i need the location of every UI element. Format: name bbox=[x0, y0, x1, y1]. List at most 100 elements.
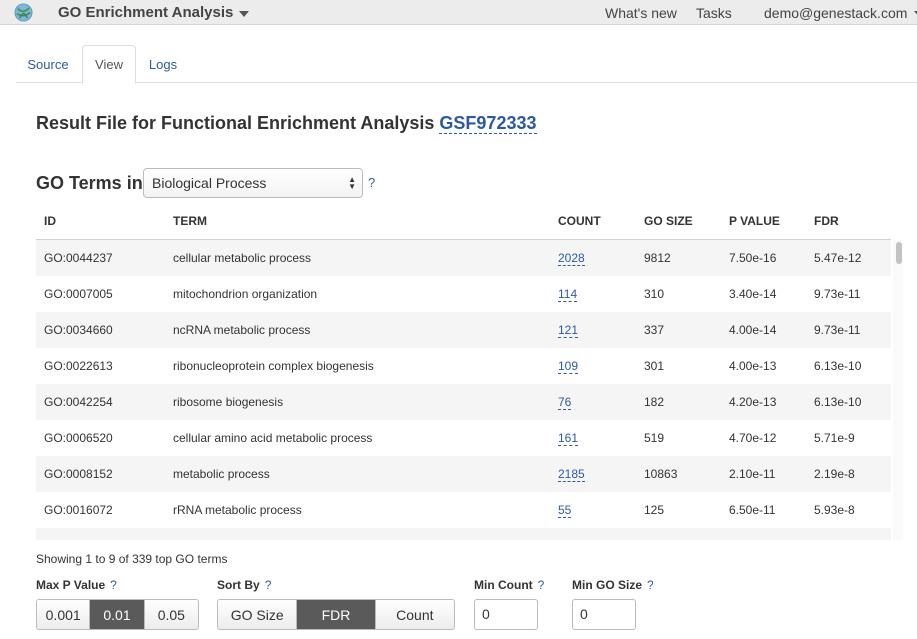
sort-by-label: Sort By? bbox=[217, 578, 271, 592]
cell-id: GO:0022613 bbox=[44, 359, 113, 373]
max-p-0.01-button[interactable]: 0.01 bbox=[90, 600, 145, 629]
header-count[interactable]: COUNT bbox=[558, 214, 601, 228]
min-count-label: Min Count? bbox=[474, 578, 544, 592]
table-row: GO:0034660 ncRNA metabolic process 121 3… bbox=[36, 312, 891, 348]
cell-term: ribonucleoprotein complex biogenesis bbox=[173, 359, 374, 373]
user-email: demo@genestack.com bbox=[764, 5, 908, 21]
cell-fdr: 2.19e-8 bbox=[814, 467, 855, 481]
cell-id: GO:0034660 bbox=[44, 323, 113, 337]
cell-fdr: 9.73e-11 bbox=[814, 323, 861, 337]
sort-go-size-button[interactable]: GO Size bbox=[218, 600, 298, 629]
sort-fdr-button[interactable]: FDR bbox=[297, 600, 376, 629]
cell-term: cellular amino acid metabolic process bbox=[173, 431, 373, 445]
cell-go-size: 301 bbox=[644, 359, 665, 373]
cell-term: rRNA metabolic process bbox=[173, 503, 302, 517]
table-body[interactable]: GO:0044237 cellular metabolic process 20… bbox=[36, 240, 891, 540]
sort-by-button-group: GO Size FDR Count bbox=[217, 599, 455, 630]
cell-p-value: 7.50e-16 bbox=[729, 251, 777, 265]
table-header: ID TERM COUNT GO SIZE P VALUE FDR bbox=[36, 202, 891, 240]
cell-go-size: 182 bbox=[644, 395, 665, 409]
sort-count-button[interactable]: Count bbox=[375, 600, 454, 629]
cell-go-size: 519 bbox=[644, 431, 665, 445]
cell-id: GO:0008152 bbox=[44, 467, 113, 481]
min-count-input[interactable]: 0 bbox=[474, 599, 538, 630]
cell-id: GO:0016072 bbox=[44, 503, 113, 517]
cell-id: GO:0007005 bbox=[44, 287, 113, 301]
max-p-button-group: 0.001 0.01 0.05 bbox=[36, 599, 199, 630]
header-term[interactable]: TERM bbox=[173, 214, 207, 228]
cell-fdr: 6.13e-10 bbox=[814, 359, 862, 373]
cell-id: GO:0042254 bbox=[44, 395, 113, 409]
cell-count-link[interactable]: 2028 bbox=[558, 251, 585, 266]
header-id[interactable]: ID bbox=[44, 214, 56, 228]
cell-count-link[interactable]: 161 bbox=[558, 431, 579, 446]
app-title-menu[interactable]: GO Enrichment Analysis bbox=[58, 4, 250, 21]
go-terms-help-icon[interactable]: ? bbox=[368, 175, 375, 190]
tasks-link[interactable]: Tasks bbox=[696, 5, 732, 21]
cell-p-value: 3.40e-14 bbox=[729, 287, 777, 301]
tab-view[interactable]: View bbox=[82, 45, 136, 84]
cell-p-value: 4.00e-14 bbox=[729, 323, 777, 337]
showing-count-text: Showing 1 to 9 of 339 top GO terms bbox=[36, 552, 228, 566]
header-go-size[interactable]: GO SIZE bbox=[644, 214, 693, 228]
min-go-size-help-icon[interactable]: ? bbox=[647, 578, 654, 592]
cell-p-value: 4.00e-13 bbox=[729, 359, 777, 373]
cell-count-link[interactable]: 114 bbox=[558, 287, 578, 302]
cell-term: metabolic process bbox=[173, 467, 270, 481]
cell-fdr: 9.73e-11 bbox=[814, 287, 861, 301]
tab-logs[interactable]: Logs bbox=[138, 45, 188, 83]
cell-term: mitochondrion organization bbox=[173, 287, 318, 301]
cell-p-value: 4.20e-13 bbox=[729, 395, 777, 409]
genestack-logo-icon[interactable] bbox=[14, 3, 33, 22]
cell-count-link[interactable]: 109 bbox=[558, 359, 579, 374]
sort-by-label-text: Sort By bbox=[217, 578, 260, 592]
min-count-help-icon[interactable]: ? bbox=[538, 578, 545, 592]
table-row: GO:0042254 ribosome biogenesis 76 182 4.… bbox=[36, 384, 891, 420]
select-arrows-icon: ▲ ▼ bbox=[348, 175, 356, 191]
cell-fdr: 6.13e-10 bbox=[814, 395, 862, 409]
table-row: GO:0022613 ribonucleoprotein complex bio… bbox=[36, 348, 891, 384]
file-id-link[interactable]: GSF972333 bbox=[439, 113, 537, 134]
header-fdr[interactable]: FDR bbox=[814, 214, 839, 228]
min-go-size-input[interactable]: 0 bbox=[572, 599, 636, 630]
go-category-select[interactable]: Biological Process ▲ ▼ bbox=[143, 168, 363, 198]
app-title: GO Enrichment Analysis bbox=[58, 4, 234, 21]
min-go-size-label: Min GO Size? bbox=[572, 578, 654, 592]
page-title: Result File for Functional Enrichment An… bbox=[36, 113, 537, 134]
cell-p-value: 4.70e-12 bbox=[729, 431, 777, 445]
table-row: GO:0006520 cellular amino acid metabolic… bbox=[36, 420, 891, 456]
cell-fdr: 5.47e-12 bbox=[814, 251, 862, 265]
cell-term: ribosome biogenesis bbox=[173, 395, 284, 409]
user-menu[interactable]: demo@genestack.com bbox=[764, 5, 917, 21]
max-p-0.001-button[interactable]: 0.001 bbox=[37, 600, 91, 629]
min-go-size-label-text: Min GO Size bbox=[572, 578, 643, 592]
header-p-value[interactable]: P VALUE bbox=[729, 214, 780, 228]
min-count-label-text: Min Count bbox=[474, 578, 533, 592]
max-p-help-icon[interactable]: ? bbox=[110, 578, 117, 592]
cell-p-value: 6.50e-11 bbox=[729, 503, 776, 517]
caret-down-icon bbox=[239, 10, 250, 17]
cell-id: GO:0006520 bbox=[44, 431, 113, 445]
max-p-0.05-button[interactable]: 0.05 bbox=[144, 600, 198, 629]
whats-new-link[interactable]: What's new bbox=[605, 5, 677, 21]
cell-term: ncRNA metabolic process bbox=[173, 323, 311, 337]
scrollbar-thumb[interactable] bbox=[896, 242, 902, 264]
cell-count-link[interactable]: 55 bbox=[558, 503, 572, 518]
cell-p-value: 2.10e-11 bbox=[729, 467, 776, 481]
cell-id: GO:0044237 bbox=[44, 251, 113, 265]
cell-go-size: 125 bbox=[644, 503, 665, 517]
sort-by-help-icon[interactable]: ? bbox=[265, 578, 272, 592]
cell-count-link[interactable]: 121 bbox=[558, 323, 579, 338]
table-scrollbar[interactable] bbox=[893, 240, 903, 540]
tab-source[interactable]: Source bbox=[16, 45, 80, 83]
go-category-value: Biological Process bbox=[152, 175, 267, 191]
table-row: GO:0007005 mitochondrion organization 11… bbox=[36, 276, 891, 312]
cell-fdr: 5.71e-9 bbox=[814, 431, 855, 445]
table-row: GO:0044237 cellular metabolic process 20… bbox=[36, 240, 891, 276]
max-p-label-text: Max P Value bbox=[36, 578, 106, 592]
cell-go-size: 10863 bbox=[644, 467, 678, 481]
go-terms-label: GO Terms in bbox=[36, 173, 143, 193]
cell-count-link[interactable]: 2185 bbox=[558, 467, 585, 482]
cell-term: cellular metabolic process bbox=[173, 251, 312, 265]
cell-count-link[interactable]: 76 bbox=[558, 395, 572, 410]
